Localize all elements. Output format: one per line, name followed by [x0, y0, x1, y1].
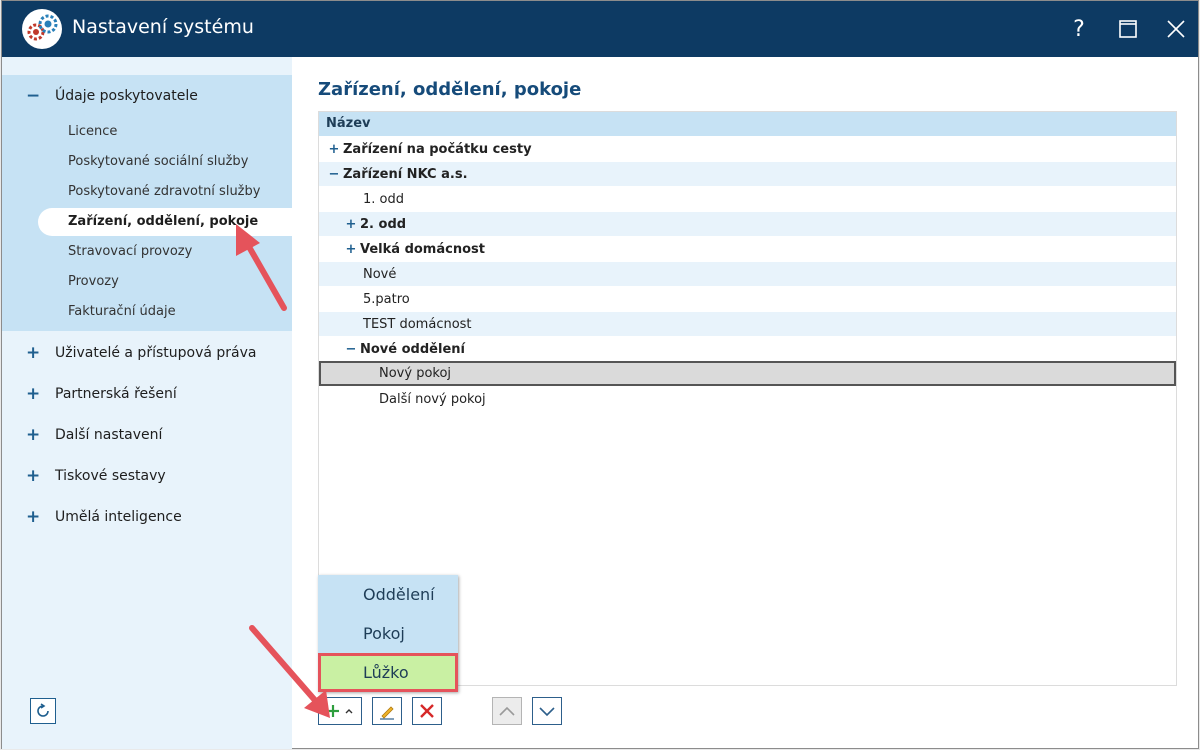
- sidebar-group-dalsi-nastaveni[interactable]: + Další nastavení: [26, 423, 162, 447]
- pencil-icon: [380, 706, 394, 720]
- plus-icon: +: [26, 384, 41, 404]
- sidebar-group-label: Partnerská řešení: [55, 386, 177, 402]
- tree-row[interactable]: − Nové oddělení: [319, 337, 1176, 362]
- add-popup-menu: Oddělení Pokoj Lůžko: [318, 575, 458, 692]
- sidebar-group-label: Uživatelé a přístupová práva: [55, 345, 257, 361]
- expand-icon[interactable]: +: [344, 237, 358, 262]
- minus-icon: −: [26, 86, 41, 106]
- plus-icon: +: [26, 507, 41, 527]
- plus-icon: +: [26, 425, 41, 445]
- tree-row[interactable]: + Zařízení na počátku cesty: [319, 137, 1176, 162]
- help-button[interactable]: ?: [1061, 11, 1097, 47]
- tree-row-label: Další nový pokoj: [379, 392, 486, 407]
- tree-row-label: Nové: [363, 267, 397, 282]
- close-icon: [1167, 20, 1185, 38]
- tree-row-label: 1. odd: [363, 192, 404, 207]
- page-title: Zařízení, oddělení, pokoje: [318, 79, 582, 100]
- plus-icon: [327, 705, 339, 717]
- plus-icon: +: [26, 466, 41, 486]
- tree-row[interactable]: Další nový pokoj: [319, 387, 1176, 412]
- settings-window: Nastavení systému ? − Údaje poskytovatel…: [1, 0, 1199, 749]
- menu-item-luzko[interactable]: Lůžko: [318, 653, 458, 692]
- menu-item-oddeleni[interactable]: Oddělení: [318, 575, 458, 614]
- close-icon: [420, 704, 434, 718]
- tree-row-label: TEST domácnost: [363, 317, 472, 332]
- tree-row-selected[interactable]: Nový pokoj: [319, 361, 1176, 386]
- move-down-button[interactable]: [532, 697, 562, 725]
- tree-row[interactable]: 1. odd: [319, 187, 1176, 212]
- expand-icon[interactable]: +: [327, 137, 341, 162]
- tree-row[interactable]: +2. odd: [319, 212, 1176, 237]
- sidebar: − Údaje poskytovatele Licence Poskytovan…: [2, 57, 292, 749]
- column-header-nazev[interactable]: Název: [319, 112, 1176, 136]
- edit-button[interactable]: [372, 697, 402, 725]
- sidebar-item-stravovaci-provozy[interactable]: Stravovací provozy: [68, 241, 192, 263]
- collapse-icon[interactable]: −: [344, 337, 358, 362]
- sidebar-group-label: Umělá inteligence: [55, 509, 182, 525]
- tree-row-label: Zařízení na počátku cesty: [343, 142, 532, 157]
- collapse-icon[interactable]: −: [327, 162, 341, 187]
- sidebar-group-label: Tiskové sestavy: [55, 468, 166, 484]
- expand-icon[interactable]: +: [344, 212, 358, 237]
- sidebar-group-uzivatele[interactable]: + Uživatelé a přístupová práva: [26, 341, 256, 365]
- add-dropdown-button[interactable]: [318, 697, 362, 725]
- sidebar-item-licence[interactable]: Licence: [68, 121, 117, 143]
- sidebar-group-umela-inteligence[interactable]: + Umělá inteligence: [26, 505, 182, 529]
- tree-row-label: 5.patro: [363, 292, 410, 307]
- sidebar-item-fakturacni-udaje[interactable]: Fakturační údaje: [68, 301, 176, 323]
- tree-row-label: Zařízení NKC a.s.: [343, 167, 468, 182]
- sidebar-item-zarizeni[interactable]: Zařízení, oddělení, pokoje: [38, 208, 292, 236]
- delete-button[interactable]: [412, 697, 442, 725]
- chevron-up-icon: [345, 709, 353, 714]
- sidebar-group-partnerska-reseni[interactable]: + Partnerská řešení: [26, 382, 177, 406]
- tree-row[interactable]: − Zařízení NKC a.s.: [319, 162, 1176, 187]
- sidebar-item-zdravotni-sluzby[interactable]: Poskytované zdravotní služby: [68, 181, 260, 203]
- sidebar-item-socialni-sluzby[interactable]: Poskytované sociální služby: [68, 151, 248, 173]
- window-title: Nastavení systému: [72, 16, 254, 38]
- sidebar-group-expanded: − Údaje poskytovatele Licence Poskytovan…: [2, 75, 292, 331]
- sidebar-group-tiskove-sestavy[interactable]: + Tiskové sestavy: [26, 464, 166, 488]
- close-window-button[interactable]: [1158, 11, 1194, 47]
- refresh-button[interactable]: [30, 698, 56, 724]
- tree-row[interactable]: Nové: [319, 262, 1176, 287]
- tree-row[interactable]: TEST domácnost: [319, 312, 1176, 337]
- maximize-icon: [1119, 20, 1137, 38]
- tree-row-label: 2. odd: [360, 217, 407, 232]
- tree-row-label: Nové oddělení: [360, 342, 465, 357]
- sidebar-group-label: Údaje poskytovatele: [55, 88, 198, 104]
- sidebar-group-udaje-poskytovatele[interactable]: − Údaje poskytovatele: [26, 84, 198, 108]
- sidebar-group-label: Další nastavení: [55, 427, 163, 443]
- maximize-button[interactable]: [1110, 11, 1146, 47]
- tree-row[interactable]: + Velká domácnost: [319, 237, 1176, 262]
- tree-row[interactable]: 5.patro: [319, 287, 1176, 312]
- gears-icon: [22, 9, 62, 49]
- tree-row-label: Nový pokoj: [379, 366, 452, 381]
- tree-row-label: Velká domácnost: [360, 242, 485, 257]
- chevron-up-icon: [499, 706, 515, 716]
- plus-icon: +: [26, 343, 41, 363]
- menu-item-pokoj[interactable]: Pokoj: [318, 614, 458, 653]
- chevron-down-icon: [539, 707, 555, 717]
- title-bar: Nastavení systému ?: [2, 1, 1198, 57]
- move-up-button[interactable]: [492, 697, 522, 725]
- help-icon: ?: [1073, 16, 1085, 42]
- sidebar-item-provozy[interactable]: Provozy: [68, 271, 119, 293]
- refresh-icon: [37, 703, 49, 717]
